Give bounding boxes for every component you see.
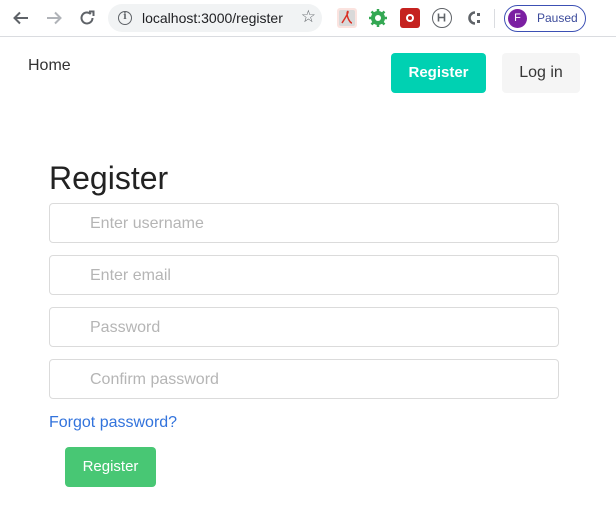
forgot-password-link[interactable]: Forgot password? xyxy=(49,414,177,432)
username-input[interactable]: Enter username xyxy=(49,203,559,243)
site-info-icon[interactable]: i xyxy=(118,11,132,25)
avatar: F xyxy=(508,9,527,28)
red-extension-icon[interactable] xyxy=(400,8,420,28)
register-nav-button[interactable]: Register xyxy=(391,53,486,93)
gear-extension-icon[interactable] xyxy=(368,8,388,28)
pdf-extension-icon[interactable] xyxy=(337,8,357,28)
bookmark-star-icon[interactable]: ☆ xyxy=(301,7,316,27)
browser-toolbar: i localhost:3000/register ☆ F Paused xyxy=(0,0,616,37)
ci-extension-icon[interactable] xyxy=(464,8,484,28)
toolbar-divider xyxy=(494,9,495,28)
confirm-password-placeholder: Confirm password xyxy=(90,371,219,388)
profile-status: Paused xyxy=(537,11,578,25)
password-placeholder: Password xyxy=(90,319,161,336)
address-bar[interactable]: i localhost:3000/register ☆ xyxy=(108,4,322,32)
url-text[interactable]: localhost:3000/register xyxy=(142,10,283,26)
confirm-password-input[interactable]: Confirm password xyxy=(49,359,559,399)
forward-arrow-icon[interactable] xyxy=(42,6,66,30)
email-placeholder: Enter email xyxy=(90,267,171,284)
home-link[interactable]: Home xyxy=(28,57,71,75)
register-submit-button[interactable]: Register xyxy=(65,447,156,487)
h-extension-icon[interactable] xyxy=(432,8,452,28)
back-arrow-icon[interactable] xyxy=(9,6,33,30)
reload-icon[interactable] xyxy=(75,6,99,30)
password-input[interactable]: Password xyxy=(49,307,559,347)
username-placeholder: Enter username xyxy=(90,215,204,232)
profile-chip[interactable]: F Paused xyxy=(504,5,586,32)
email-input[interactable]: Enter email xyxy=(49,255,559,295)
page-title: Register xyxy=(49,160,169,196)
login-nav-button[interactable]: Log in xyxy=(502,53,580,93)
